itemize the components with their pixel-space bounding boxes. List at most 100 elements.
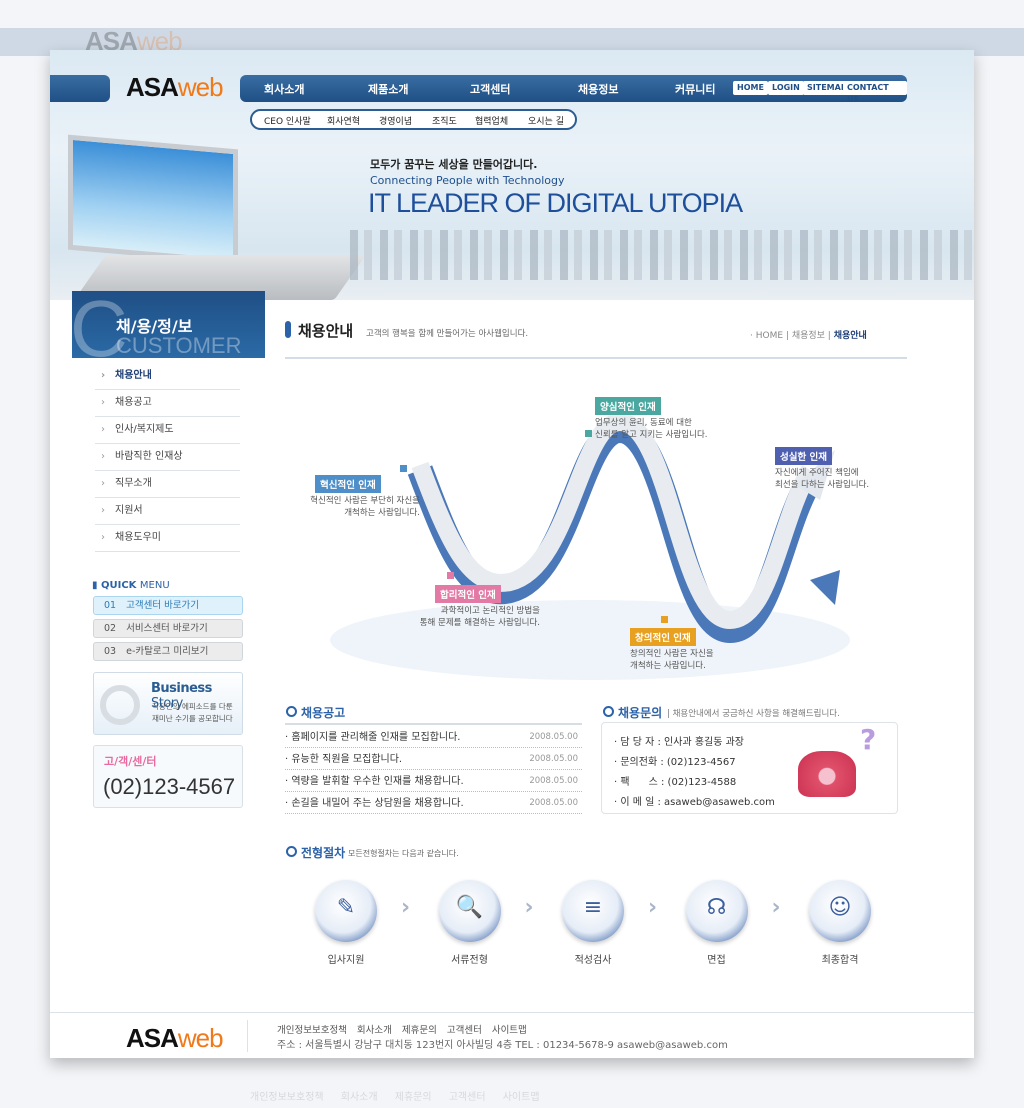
footer-address: 주소 : 서울특별시 강남구 대치동 123번지 아사빌딩 4층 TEL : 0… xyxy=(277,1040,728,1051)
business-story-banner[interactable]: Business Story 직장인의 에피소드를 다룬 재미난 수기를 공모합… xyxy=(93,672,243,735)
title-marker-icon xyxy=(285,321,291,338)
talent-desc-line: 개척하는 사람입니다. xyxy=(630,661,706,671)
subnav-history[interactable]: 회사연혁 xyxy=(327,114,360,127)
banner-headline: IT LEADER OF DIGITAL UTOPIA xyxy=(368,188,743,218)
quick-menu-item[interactable]: 03 e-카탈로그 미리보기 xyxy=(93,642,243,661)
process-step-circle: ≡ xyxy=(562,880,624,942)
subnav-directions[interactable]: 오시는 길 xyxy=(528,114,564,127)
sidebar-item[interactable]: 직무소개 xyxy=(95,471,240,498)
page-title: 채용안내 xyxy=(298,322,354,340)
breadcrumb: · HOME | 채용정보 | 채용안내 xyxy=(750,331,867,341)
sidebar-item[interactable]: 인사/복지제도 xyxy=(95,417,240,444)
talent-desc-line: 혁신적인 사람은 부단히 자신을 xyxy=(310,496,420,506)
e-logo-icon xyxy=(100,685,140,725)
inquiry-line-text: 이 메 일 : asaweb@asaweb.com xyxy=(620,797,775,808)
chevron-right-icon: › xyxy=(648,895,658,920)
sidebar-title-box: C CUSTOMER 채/용/정/보 xyxy=(70,284,265,373)
talent-title: 혁신적인 인재 xyxy=(315,475,381,493)
notice-date: 2008.05.00 xyxy=(529,732,578,742)
breadcrumb-home[interactable]: HOME xyxy=(756,331,783,341)
logo[interactable]: ASAweb xyxy=(126,72,224,103)
subnav-ceo[interactable]: CEO 인사말 xyxy=(264,114,311,127)
notice-text: 손길을 내밀어 주는 상담원을 채용합니다. xyxy=(291,798,464,809)
inquiry-line: · 문의전화 : (02)123-4567 xyxy=(614,757,736,768)
sidebar-item[interactable]: 채용공고 xyxy=(95,390,240,417)
business-story-desc1: 직장인의 에피소드를 다룬 xyxy=(152,702,233,711)
contact-us-button[interactable]: CONTACT US xyxy=(843,81,907,104)
page: ASAweb 회사소개 제품소개 고객센터 채용정보 커뮤니티 HOME LOG… xyxy=(50,50,974,1058)
notice-text: 홈페이지를 관리해줄 인재를 모집합니다. xyxy=(291,732,461,743)
notice-row[interactable]: · 유능한 직원을 모집합니다. 2008.05.00 xyxy=(285,749,582,770)
process-subtitle: 모든전형절차는 다음과 같습니다. xyxy=(348,849,459,858)
quick-menu-title-a: QUICK xyxy=(100,580,137,591)
sidebar-item[interactable]: 채용안내 xyxy=(95,363,240,390)
nav-company[interactable]: 회사소개 xyxy=(264,81,304,97)
quick-menu-item[interactable]: 02 서비스센터 바로가기 xyxy=(93,619,243,638)
inquiry-subtitle: | 채용안내에서 궁금하신 사항을 해결해드립니다. xyxy=(667,709,840,719)
footer-links: 개인정보보호정책 회사소개 제휴문의 고객센터 사이트맵 xyxy=(277,1022,537,1036)
notice-text: 유능한 직원을 모집합니다. xyxy=(291,754,403,765)
sidebar-item[interactable]: 채용도우미 xyxy=(95,525,240,552)
nav-customer[interactable]: 고객센터 xyxy=(470,81,510,97)
breadcrumb-current: 채용안내 xyxy=(833,331,867,341)
sub-nav: CEO 인사말 회사연혁 경영이념 조직도 협력업체 오시는 길 xyxy=(250,109,577,130)
city-skyline xyxy=(350,230,974,280)
subnav-partners[interactable]: 협력업체 xyxy=(475,114,508,127)
talent-marker xyxy=(661,616,668,623)
magnifier-icon: 🔍 xyxy=(455,895,484,920)
footer-link[interactable]: 사이트맵 xyxy=(492,1025,527,1036)
quick-menu-label: 고객센터 바로가기 xyxy=(126,600,200,611)
talent-desc: 창의적인 사람은 자신을개척하는 사람입니다. xyxy=(630,648,780,672)
talent-desc-line: 개척하는 사람입니다. xyxy=(344,508,420,518)
business-story-title-a: Business xyxy=(151,681,212,696)
quick-menu-item[interactable]: 01 고객센터 바로가기 xyxy=(93,596,243,615)
notice-text: 역량을 발휘할 우수한 인재를 채용합니다. xyxy=(291,776,464,787)
pencil-icon: ✎ xyxy=(336,895,356,920)
process-title: 전형절차 xyxy=(286,844,345,861)
quick-menu-title-b: MENU xyxy=(139,580,170,591)
notice-row[interactable]: · 역량을 발휘할 우수한 인재를 채용합니다. 2008.05.00 xyxy=(285,771,582,792)
sidebar-item[interactable]: 바람직한 인재상 xyxy=(95,444,240,471)
customer-center-label: 고/객/센/터 xyxy=(104,755,157,768)
talent-marker xyxy=(400,465,407,472)
quick-menu-title: ▮ QUICK MENU xyxy=(92,580,170,591)
question-mark-icon: ? xyxy=(860,723,877,756)
breadcrumb-recruit[interactable]: 채용정보 xyxy=(792,331,825,341)
books-icon: ≡ xyxy=(583,895,603,920)
nav-community[interactable]: 커뮤니티 xyxy=(675,81,715,97)
talent-title: 성실한 인재 xyxy=(775,447,833,465)
inquiry-line: · 담 당 자 : 인사과 홍길동 과장 xyxy=(614,737,745,748)
subnav-org[interactable]: 조직도 xyxy=(432,114,457,127)
process-step-circle: ✎ xyxy=(315,880,377,942)
process-step-circle: ☊ xyxy=(685,880,748,942)
talent-desc: 혁신적인 사람은 부단히 자신을개척하는 사람입니다. xyxy=(270,495,420,519)
talent-desc: 과학적이고 논리적인 방법을 통해 문제를 해결하는 사람입니다. xyxy=(390,605,540,629)
inquiry-line-text: 문의전화 : (02)123-4567 xyxy=(620,757,736,768)
wave-arrow-down xyxy=(810,570,840,605)
talent-title: 합리적인 인재 xyxy=(435,585,501,603)
subnav-philosophy[interactable]: 경영이념 xyxy=(379,114,412,127)
notice-row[interactable]: · 홈페이지를 관리해줄 인재를 모집합니다. 2008.05.00 xyxy=(285,727,582,748)
talent-desc-line: 과학적이고 논리적인 방법을 xyxy=(440,606,540,616)
footer-divider xyxy=(50,1012,974,1013)
nav-recruit[interactable]: 채용정보 xyxy=(578,81,618,97)
speaking-icon: ☊ xyxy=(706,895,727,920)
login-button[interactable]: LOGIN xyxy=(768,81,804,95)
smile-icon: ☺ xyxy=(828,895,852,920)
talent-desc-line: 창의적인 사람은 자신을 xyxy=(630,649,714,659)
banner-tagline-en: Connecting People with Technology xyxy=(370,174,565,187)
sidebar-item[interactable]: 지원서 xyxy=(95,498,240,525)
footer-link[interactable]: 고객센터 xyxy=(447,1025,482,1036)
inquiry-line-text: 담 당 자 : 인사과 홍길동 과장 xyxy=(620,737,745,748)
notice-row[interactable]: · 손길을 내밀어 주는 상담원을 채용합니다. 2008.05.00 xyxy=(285,793,582,814)
footer-link[interactable]: 개인정보보호정책 xyxy=(277,1025,347,1036)
home-button[interactable]: HOME xyxy=(733,81,768,95)
inquiry-line-text: 팩 스 : (02)123-4588 xyxy=(620,777,737,788)
quick-menu-num: 01 xyxy=(104,600,117,611)
header-left-tab xyxy=(50,75,110,102)
footer-vertical-divider xyxy=(247,1020,248,1052)
nav-products[interactable]: 제품소개 xyxy=(368,81,408,97)
footer-link[interactable]: 회사소개 xyxy=(357,1025,392,1036)
background-ghost-footer: 개인정보보호정책 회사소개 제휴문의 고객센터 사이트맵 xyxy=(250,1092,540,1103)
footer-link[interactable]: 제휴문의 xyxy=(402,1025,437,1036)
